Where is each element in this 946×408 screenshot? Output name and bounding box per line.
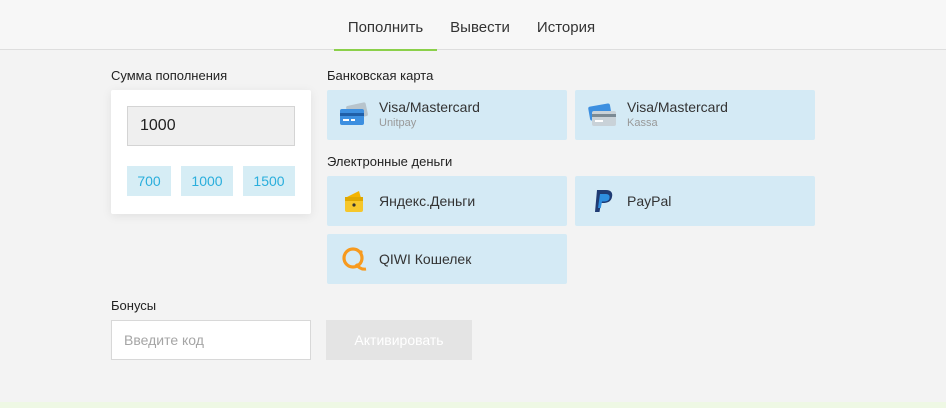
method-paypal[interactable]: PayPal (575, 176, 815, 226)
preset-button-1000[interactable]: 1000 (181, 166, 233, 196)
tab-withdraw[interactable]: Вывести (440, 0, 520, 50)
method-name: QIWI Кошелек (379, 251, 472, 267)
method-name: Visa/Mastercard (379, 99, 480, 115)
bonus-title: Бонусы (111, 298, 157, 313)
credit-card-icon (340, 102, 368, 125)
emoney-title: Электронные деньги (327, 154, 453, 169)
method-visa-mastercard-kassa[interactable]: Visa/Mastercard Kassa (575, 90, 815, 140)
method-name: Visa/Mastercard (627, 99, 728, 115)
method-yandex-money[interactable]: Яндекс.Деньги (327, 176, 567, 226)
paypal-icon (595, 190, 613, 212)
top-tabs: Пополнить Вывести История (0, 0, 946, 51)
method-name: Яндекс.Деньги (379, 193, 476, 209)
method-qiwi[interactable]: QIWI Кошелек (327, 234, 567, 284)
amount-input[interactable] (127, 106, 295, 146)
tab-history[interactable]: История (527, 0, 605, 50)
bank-card-title: Банковская карта (327, 68, 434, 83)
amount-card: 700 1000 1500 (111, 90, 311, 214)
bonus-code-input[interactable] (111, 320, 311, 360)
tab-deposit[interactable]: Пополнить (334, 0, 437, 51)
bottom-divider (0, 402, 946, 408)
yandex-money-icon (345, 191, 363, 212)
preset-button-700[interactable]: 700 (127, 166, 171, 196)
qiwi-icon (342, 247, 367, 271)
activate-button[interactable]: Активировать (326, 320, 472, 360)
method-visa-mastercard-unitpay[interactable]: Visa/Mastercard Unitpay (327, 90, 567, 140)
method-name: PayPal (627, 193, 672, 209)
method-provider: Unitpay (379, 117, 417, 129)
method-provider: Kassa (627, 117, 658, 129)
preset-button-1500[interactable]: 1500 (243, 166, 295, 196)
amount-title: Сумма пополнения (111, 68, 228, 83)
credit-card-icon (588, 103, 616, 126)
